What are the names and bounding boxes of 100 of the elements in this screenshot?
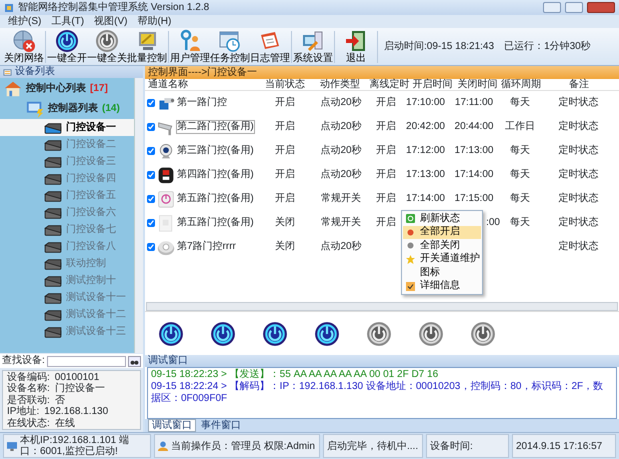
row-checkbox[interactable] (147, 243, 155, 251)
app-icon (4, 2, 14, 12)
find-button[interactable] (128, 356, 141, 366)
device-icon (44, 308, 62, 322)
runtime: 已运行：1分钟30秒 (504, 40, 591, 52)
menu-item[interactable]: 图标 (403, 266, 481, 280)
device-icon (44, 256, 62, 270)
toolbar-button[interactable]: 批量控制 (127, 29, 167, 64)
table-cell: 开启 (275, 97, 295, 109)
tree-item[interactable]: 门控设备一 (0, 119, 134, 136)
field-label: 在线状态: (7, 418, 50, 429)
status-text: 当前操作员：管理员 权限:Admin (171, 440, 315, 452)
field-link[interactable]: 192.168.1.130 (44, 406, 108, 418)
tab[interactable]: 事件窗口 (198, 419, 244, 432)
field-label: 设备名称: (7, 383, 50, 395)
tree-label[interactable]: 控制器列表 (48, 103, 98, 115)
tree-label[interactable]: 控制中心列表 (26, 83, 86, 95)
column-header[interactable]: 当前状态 (258, 79, 312, 91)
device-icon (44, 222, 62, 236)
panel-title: 设备列表 (15, 66, 56, 78)
table-cell: 每天 (510, 97, 530, 109)
menu-item[interactable]: 详细信息 (403, 280, 481, 293)
table-cell: 每天 (510, 169, 530, 181)
row-checkbox[interactable] (147, 99, 155, 107)
power-button[interactable] (158, 320, 184, 346)
power-button[interactable] (470, 320, 496, 346)
star-icon (406, 254, 415, 264)
row-checkbox[interactable] (147, 171, 155, 179)
toolbar-button[interactable]: 用户管理 (170, 29, 210, 64)
column-header[interactable]: 开启时间 (411, 79, 454, 91)
field-link[interactable]: 00100101 (54, 372, 100, 384)
device-icon (44, 172, 62, 186)
device-icon (44, 290, 62, 304)
column-header[interactable]: 动作类型 (312, 79, 368, 91)
column-header[interactable]: 备注 (541, 79, 617, 91)
field-link[interactable]: 否 (54, 394, 65, 406)
list-icon (3, 68, 12, 76)
field-link[interactable]: 门控设备一 (54, 383, 105, 395)
search-field[interactable] (46, 356, 126, 366)
power-button[interactable] (366, 320, 392, 346)
scrollbar[interactable] (146, 302, 618, 311)
menu-item[interactable]: 帮助(H) (137, 16, 172, 28)
row-checkbox[interactable] (147, 123, 155, 131)
menu-item[interactable]: 全部关闭 (403, 239, 481, 252)
table-cell: 17:10:00 (406, 97, 445, 109)
panel-title: 调试窗口 (148, 355, 189, 367)
table-cell: 第五路门控(备用) (177, 217, 254, 229)
field-label: 是否联动: (7, 394, 50, 406)
field-link[interactable]: 在线 (54, 418, 75, 429)
column-header[interactable]: 关闭时间 (454, 79, 501, 91)
table-cell: 17:11:00 (454, 97, 494, 109)
power-button[interactable] (314, 320, 340, 346)
scrollbar[interactable] (134, 78, 143, 353)
toolbar-button[interactable]: 一键全开 (47, 29, 87, 64)
table-cell: 定时状态 (558, 97, 598, 109)
toolbar-button[interactable]: 日志管理 (250, 29, 290, 64)
device-icon (44, 154, 62, 168)
table-cell: 开启 (376, 217, 396, 229)
row-checkbox[interactable] (147, 219, 155, 227)
menu-item[interactable]: 全部开启 (403, 226, 481, 239)
menu-item[interactable]: 视图(V) (94, 16, 128, 28)
minimize-button[interactable] (543, 2, 561, 13)
monitor-icon (26, 100, 44, 118)
menu-item[interactable]: 维护(S) (8, 16, 42, 28)
table-cell: 开启 (376, 145, 396, 157)
table-cell: :00 (486, 217, 500, 229)
menu-item[interactable]: 开关通道维护 (403, 252, 481, 266)
tree-count: (14) (102, 103, 120, 115)
table-cell: 每天 (510, 145, 530, 157)
table-cell: 定时状态 (558, 145, 598, 157)
menu-item[interactable]: 工具(T) (51, 16, 84, 28)
search-label: 查找设备: (2, 355, 45, 367)
power-icon (55, 29, 79, 53)
table-cell: 关闭 (275, 241, 295, 253)
toolbar-button[interactable]: 系统设置 (293, 29, 333, 64)
table-cell: 点动20秒 (320, 97, 362, 109)
toolbar-button[interactable]: 关闭网络 (4, 29, 44, 64)
toolbar-button[interactable]: 退出 (336, 29, 376, 64)
house-icon (4, 80, 22, 98)
window-title: 智能网络控制器集中管理系统 Version 1.2.8 (18, 2, 210, 14)
table-cell: 17:14:00 (406, 193, 445, 205)
row-checkbox[interactable] (147, 195, 155, 203)
column-header[interactable]: 循环周期 (501, 79, 541, 91)
window-clock-icon (218, 29, 242, 53)
row-checkbox[interactable] (147, 147, 155, 155)
device-icon (44, 138, 62, 152)
toolbar-button[interactable]: 一键全关 (87, 29, 127, 64)
power-button[interactable] (210, 320, 236, 346)
menu-item[interactable]: 刷新状态 (403, 212, 481, 226)
power-button[interactable] (262, 320, 288, 346)
power-button[interactable] (418, 320, 444, 346)
exit-door-icon (344, 29, 368, 53)
status-text: 本机IP:192.168.1.101 端口：6001,监控已启动! (20, 435, 130, 457)
toolbar-button[interactable]: 任务控制 (210, 29, 250, 64)
table-cell: 第五路门控(备用) (177, 193, 254, 205)
tree-count: [17] (90, 83, 108, 95)
tab[interactable]: 调试窗口 (148, 419, 196, 432)
column-header[interactable]: 通道名称 (145, 79, 258, 91)
maximize-button[interactable] (565, 2, 583, 13)
column-header[interactable]: 离线定时 (368, 79, 411, 91)
